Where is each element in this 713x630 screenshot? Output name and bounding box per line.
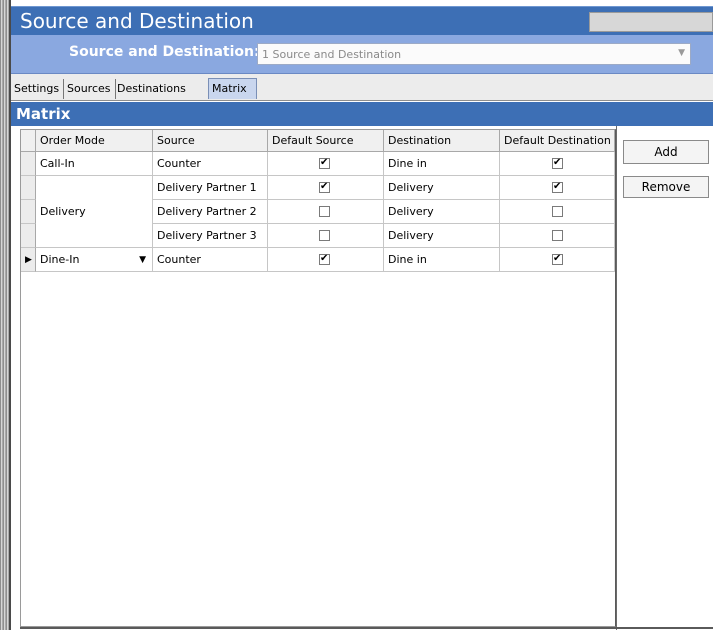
tab-settings[interactable]: Settings	[11, 79, 64, 99]
section-header: Matrix	[11, 102, 713, 126]
record-selector-label: Source and Destination:	[69, 44, 260, 60]
default-source-checkbox[interactable]	[319, 230, 330, 241]
default-destination-cell	[500, 176, 615, 200]
column-header-source[interactable]: Source	[153, 130, 268, 152]
column-header-default-destination[interactable]: Default Destination	[500, 130, 615, 152]
default-destination-checkbox[interactable]	[552, 252, 563, 266]
default-source-cell	[268, 176, 384, 200]
record-selector-value: 1 Source and Destination	[262, 48, 402, 61]
row-header[interactable]	[21, 152, 36, 176]
source-cell[interactable]: Counter	[153, 152, 268, 176]
default-source-cell	[268, 224, 384, 248]
default-destination-checkbox[interactable]	[552, 180, 563, 194]
tab-destinations[interactable]: Destinations	[114, 79, 210, 99]
order-mode-value: Dine-In	[40, 253, 80, 266]
default-destination-checkbox[interactable]	[552, 230, 563, 241]
add-button[interactable]: Add	[623, 140, 709, 164]
record-selector-bar: Source and Destination: 1 Source and Des…	[11, 35, 713, 74]
order-mode-cell[interactable]: Call-In	[36, 152, 153, 176]
default-destination-checkbox[interactable]	[552, 206, 563, 217]
column-header-order-mode[interactable]: Order Mode	[36, 130, 153, 152]
default-destination-cell	[500, 152, 615, 176]
row-header-current[interactable]: ▶	[21, 248, 36, 272]
source-cell[interactable]: Delivery Partner 3	[153, 224, 268, 248]
source-cell[interactable]: Delivery Partner 1	[153, 176, 268, 200]
default-source-checkbox[interactable]	[319, 206, 330, 217]
default-destination-cell	[500, 224, 615, 248]
section-title: Matrix	[16, 105, 71, 123]
default-destination-cell	[500, 248, 615, 272]
default-destination-cell	[500, 200, 615, 224]
page-title: Source and Destination	[20, 9, 254, 33]
order-mode-cell[interactable]: Delivery	[36, 176, 153, 248]
destination-cell[interactable]: Delivery	[384, 176, 500, 200]
destination-cell[interactable]: Delivery	[384, 224, 500, 248]
bottom-border	[20, 627, 713, 629]
tab-matrix[interactable]: Matrix	[208, 78, 257, 99]
source-cell[interactable]: Delivery Partner 2	[153, 200, 268, 224]
default-source-cell	[268, 200, 384, 224]
grid-divider	[616, 126, 617, 630]
current-row-arrow-icon: ▶	[25, 255, 32, 265]
chevron-down-icon[interactable]: ▼	[139, 248, 146, 272]
default-source-checkbox[interactable]	[319, 252, 330, 266]
default-source-checkbox[interactable]	[319, 180, 330, 194]
row-header[interactable]	[21, 200, 36, 224]
grid-corner	[21, 130, 36, 152]
default-destination-checkbox[interactable]	[552, 156, 563, 170]
destination-cell[interactable]: Dine in	[384, 152, 500, 176]
title-bar-field	[589, 12, 713, 32]
default-source-cell	[268, 152, 384, 176]
tab-strip: Settings Sources Destinations Matrix	[11, 74, 713, 101]
destination-cell[interactable]: Delivery	[384, 200, 500, 224]
row-header[interactable]	[21, 176, 36, 200]
title-bar: Source and Destination	[11, 6, 713, 35]
matrix-grid[interactable]: Order Mode Source Default Source Destina…	[20, 129, 616, 627]
tab-sources[interactable]: Sources	[64, 79, 116, 99]
column-header-default-source[interactable]: Default Source	[268, 130, 384, 152]
destination-cell[interactable]: Dine in	[384, 248, 500, 272]
default-source-cell	[268, 248, 384, 272]
column-header-destination[interactable]: Destination	[384, 130, 500, 152]
order-mode-dropdown-cell[interactable]: Dine-In ▼	[36, 248, 153, 272]
remove-button[interactable]: Remove	[623, 176, 709, 198]
default-source-checkbox[interactable]	[319, 156, 330, 170]
row-header[interactable]	[21, 224, 36, 248]
chevron-down-icon[interactable]: ▼	[678, 48, 685, 58]
record-selector-dropdown[interactable]: 1 Source and Destination ▼	[257, 43, 691, 65]
source-cell[interactable]: Counter	[153, 248, 268, 272]
window-border-texture	[0, 0, 9, 630]
